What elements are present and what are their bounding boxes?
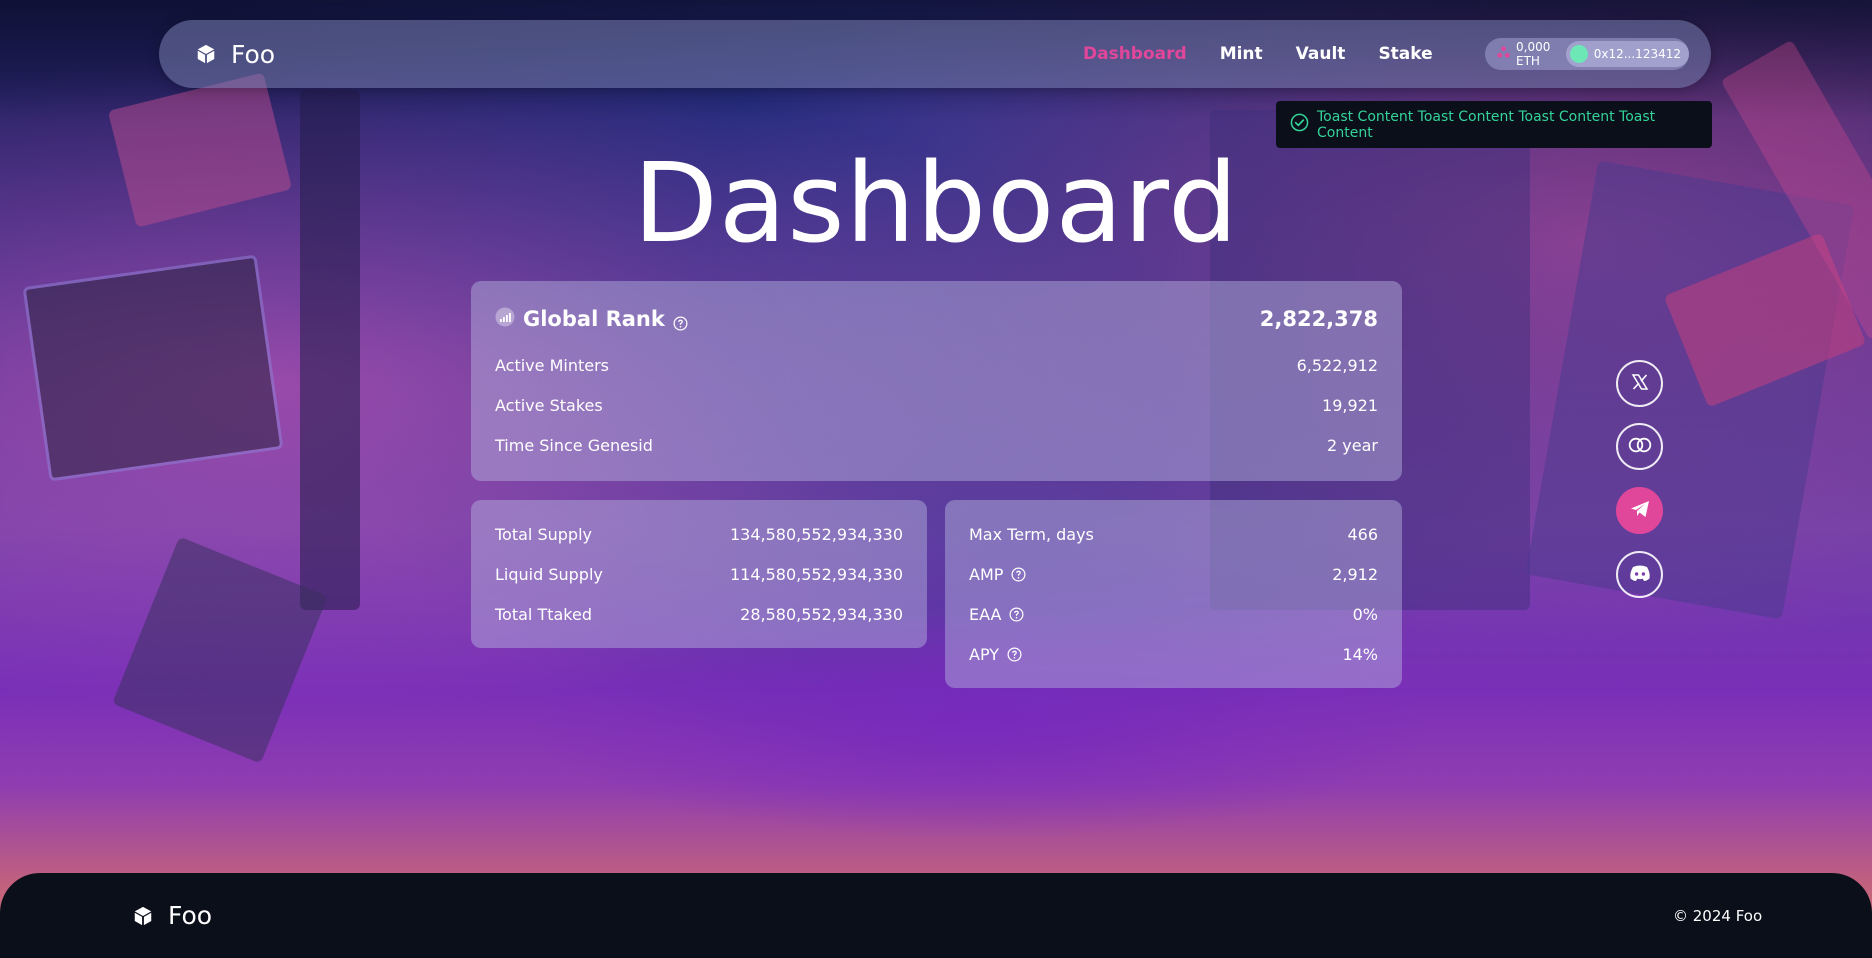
wallet-widget[interactable]: 0,000 ETH 0x12...123412: [1485, 38, 1689, 70]
page-title: Dashboard: [633, 139, 1239, 267]
stat-label: EAA: [969, 604, 1002, 624]
stat-value: 466: [1347, 524, 1378, 544]
stat-label: Liquid Supply: [495, 564, 603, 584]
stat-value: 14%: [1342, 644, 1378, 664]
discord-icon: [1629, 564, 1651, 586]
stat-value: 28,580,552,934,330: [740, 604, 903, 624]
toast-message: Toast Content Toast Content Toast Conten…: [1317, 108, 1656, 141]
stat-value: 6,522,912: [1296, 355, 1378, 375]
background-sign: [112, 536, 328, 764]
help-icon[interactable]: [1011, 567, 1026, 582]
discord-social-button[interactable]: [1616, 551, 1663, 598]
link-icon: [1627, 437, 1653, 457]
stat-value: 0%: [1352, 604, 1378, 624]
stat-label: Active Stakes: [495, 395, 603, 415]
term-stats-card: Max Term, days 466 AMP 2,912 EAA 0% APY …: [945, 500, 1402, 688]
x-social-button[interactable]: [1616, 360, 1663, 407]
stat-row: Active Minters 6,522,912: [495, 345, 1378, 385]
telegram-social-button[interactable]: [1616, 487, 1663, 534]
stat-label: Active Minters: [495, 355, 609, 375]
footer-brand[interactable]: Foo: [132, 873, 212, 958]
global-stats-card: Global Rank 2,822,378 Active Minters 6,5…: [471, 281, 1402, 481]
main-nav: Dashboard Mint Vault Stake: [1083, 20, 1433, 88]
stat-label: APY: [969, 644, 1000, 664]
check-circle-icon: [1290, 113, 1309, 136]
stat-label: AMP: [969, 564, 1004, 584]
stat-row: APY 14%: [969, 634, 1378, 674]
stat-row: Liquid Supply 114,580,552,934,330: [495, 554, 903, 594]
global-rank-value: 2,822,378: [1259, 307, 1378, 331]
stat-value: 19,921: [1322, 395, 1378, 415]
help-icon[interactable]: [1007, 647, 1022, 662]
footer: Foo © 2024 Foo: [0, 873, 1872, 958]
nav-stake[interactable]: Stake: [1378, 44, 1432, 64]
nav-dashboard[interactable]: Dashboard: [1083, 44, 1187, 64]
stat-label: Max Term, days: [969, 524, 1094, 544]
help-icon[interactable]: [673, 312, 688, 330]
stat-label: Total Ttaked: [495, 604, 592, 624]
eth-balance: 0,000 ETH: [1485, 40, 1566, 68]
eth-balance-value: 0,000 ETH: [1516, 40, 1551, 68]
background-billboard: [22, 254, 284, 482]
signal-bars-icon: [495, 307, 515, 332]
cube-icon: [132, 905, 154, 927]
stat-value: 134,580,552,934,330: [729, 524, 903, 544]
x-icon: [1630, 372, 1650, 396]
cube-icon: [195, 43, 217, 65]
footer-brand-name: Foo: [168, 901, 213, 930]
brand-name: Foo: [231, 39, 276, 69]
global-rank-label: Global Rank: [523, 307, 665, 331]
stat-row: AMP 2,912: [969, 554, 1378, 594]
stat-row: Time Since Genesid 2 year: [495, 425, 1378, 465]
stat-row: Max Term, days 466: [969, 514, 1378, 554]
stat-row: EAA 0%: [969, 594, 1378, 634]
nav-vault[interactable]: Vault: [1296, 44, 1346, 64]
stat-row: Total Supply 134,580,552,934,330: [495, 514, 903, 554]
nav-mint[interactable]: Mint: [1220, 44, 1263, 64]
top-navbar: Foo Dashboard Mint Vault Stake 0,000 ETH…: [159, 20, 1711, 88]
help-icon[interactable]: [1009, 607, 1024, 622]
avatar: [1569, 45, 1588, 63]
toast-notification: Toast Content Toast Content Toast Conten…: [1276, 101, 1712, 148]
stat-row: Active Stakes 19,921: [495, 385, 1378, 425]
global-rank-row: Global Rank 2,822,378: [495, 299, 1378, 339]
stat-row: Total Ttaked 28,580,552,934,330: [495, 594, 903, 634]
brand-logo[interactable]: Foo: [195, 20, 275, 88]
wallet-address: 0x12...123412: [1593, 47, 1681, 61]
link-social-button[interactable]: [1616, 423, 1663, 470]
stat-value: 2,912: [1332, 564, 1378, 584]
copyright: © 2024 Foo: [1673, 906, 1763, 925]
supply-stats-card: Total Supply 134,580,552,934,330 Liquid …: [471, 500, 927, 648]
stat-label: Total Supply: [495, 524, 592, 544]
stat-value: 114,580,552,934,330: [729, 564, 903, 584]
wallet-address-button[interactable]: 0x12...123412: [1565, 41, 1689, 67]
stat-label: Time Since Genesid: [495, 435, 653, 455]
network-icon: [1497, 46, 1510, 62]
stat-value: 2 year: [1327, 435, 1378, 455]
telegram-icon: [1629, 498, 1651, 524]
